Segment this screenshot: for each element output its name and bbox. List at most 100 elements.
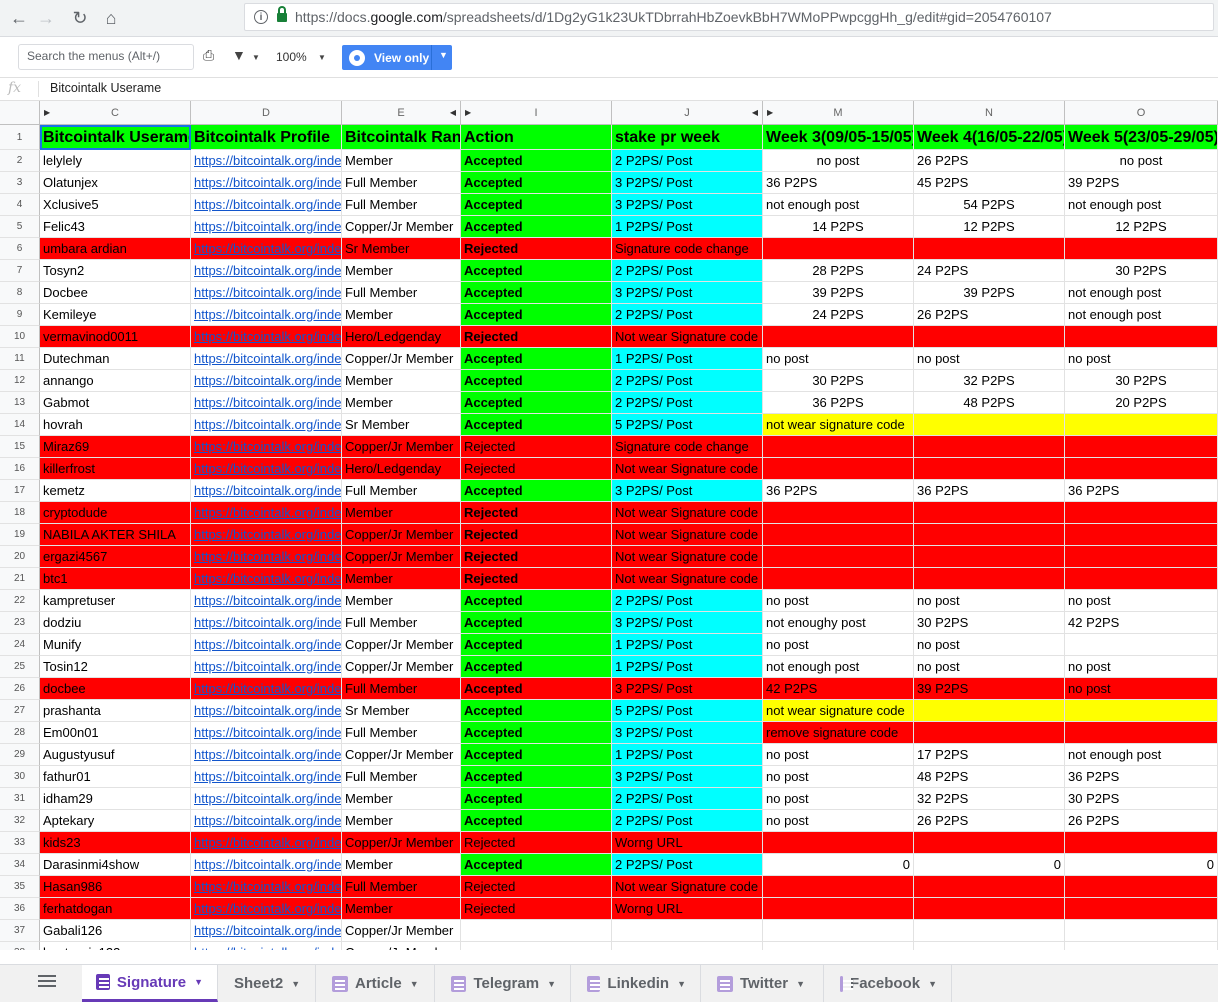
row-header[interactable]: 25 [0,656,40,678]
row-header[interactable]: 31 [0,788,40,810]
row-header[interactable]: 36 [0,898,40,920]
rank-cell[interactable]: Copper/Jr Member [342,656,461,678]
stake-cell[interactable]: 2 P2PS/ Post [612,590,763,612]
row-header[interactable]: 34 [0,854,40,876]
week3-cell[interactable] [763,326,914,348]
week5-cell[interactable] [1065,326,1218,348]
week4-cell[interactable]: 26 P2PS [914,150,1065,172]
week4-cell[interactable]: 45 P2PS [914,172,1065,194]
select-all-corner[interactable] [0,101,40,125]
row-header[interactable]: 23 [0,612,40,634]
week3-cell[interactable]: not enoughy post [763,612,914,634]
username-cell[interactable]: vermavinod0011 [40,326,191,348]
week4-cell[interactable]: no post [914,656,1065,678]
rank-cell[interactable]: Hero/Ledgenday [342,458,461,480]
username-cell[interactable]: cryptodude [40,502,191,524]
row-header[interactable]: 5 [0,216,40,238]
row-header[interactable]: 33 [0,832,40,854]
week3-cell[interactable]: 36 P2PS [763,392,914,414]
column-header-e[interactable]: E ◀ [342,101,461,125]
expand-columns-icon[interactable]: ▶ [44,101,50,125]
week5-cell[interactable]: no post [1065,590,1218,612]
week4-cell[interactable] [914,414,1065,436]
rank-cell[interactable]: Full Member [342,172,461,194]
row-header[interactable]: 32 [0,810,40,832]
week5-cell[interactable] [1065,524,1218,546]
week4-cell[interactable]: 12 P2PS [914,216,1065,238]
row-header[interactable]: 19 [0,524,40,546]
week5-cell[interactable] [1065,238,1218,260]
profile-link[interactable]: https://bitcointalk.org/index.php?action… [191,392,342,414]
week3-cell[interactable]: 36 P2PS [763,480,914,502]
week4-cell[interactable] [914,722,1065,744]
row-header[interactable]: 38 [0,942,40,950]
rank-cell[interactable]: Member [342,854,461,876]
stake-cell[interactable]: Not wear Signature code [612,524,763,546]
username-cell[interactable]: NABILA AKTER SHILA [40,524,191,546]
week5-cell[interactable]: not enough post [1065,744,1218,766]
week3-cell[interactable]: 42 P2PS [763,678,914,700]
week5-cell[interactable]: 12 P2PS [1065,216,1218,238]
action-cell[interactable]: Accepted [461,260,612,282]
week3-cell[interactable] [763,898,914,920]
stake-cell[interactable] [612,920,763,942]
row-header[interactable]: 14 [0,414,40,436]
week4-cell[interactable] [914,568,1065,590]
stake-cell[interactable]: 2 P2PS/ Post [612,370,763,392]
sheet-tab-linkedin[interactable]: Linkedin ▼ [573,965,701,1002]
week4-cell[interactable] [914,524,1065,546]
week5-cell[interactable]: 30 P2PS [1065,370,1218,392]
week5-cell[interactable] [1065,876,1218,898]
rank-cell[interactable]: Full Member [342,194,461,216]
rank-cell[interactable]: Sr Member [342,238,461,260]
week5-cell[interactable]: no post [1065,678,1218,700]
row-header[interactable]: 27 [0,700,40,722]
sheet-tab-twitter[interactable]: Twitter ▼ [703,965,824,1002]
row-header[interactable]: 20 [0,546,40,568]
week4-cell[interactable]: no post [914,590,1065,612]
week4-cell[interactable]: no post [914,348,1065,370]
week4-cell[interactable]: 48 P2PS [914,766,1065,788]
username-cell[interactable]: Dutechman [40,348,191,370]
week3-cell[interactable] [763,238,914,260]
week5-cell[interactable] [1065,414,1218,436]
rank-cell[interactable]: Copper/Jr Member [342,216,461,238]
username-cell[interactable]: idham29 [40,788,191,810]
week4-cell[interactable]: 39 P2PS [914,678,1065,700]
week4-cell[interactable] [914,436,1065,458]
profile-link[interactable]: https://bitcointalk.org/index.php?action… [191,282,342,304]
week5-cell[interactable]: 20 P2PS [1065,392,1218,414]
expand-columns-icon[interactable]: ◀ [752,101,758,125]
week3-cell[interactable]: no post [763,744,914,766]
action-cell[interactable]: Accepted [461,722,612,744]
stake-cell[interactable]: Not wear Signature code [612,876,763,898]
rank-cell[interactable]: Member [342,810,461,832]
week5-cell[interactable]: 0 [1065,854,1218,876]
action-cell[interactable]: Accepted [461,810,612,832]
action-cell[interactable]: Rejected [461,898,612,920]
week5-cell[interactable]: no post [1065,656,1218,678]
week4-cell[interactable]: 48 P2PS [914,392,1065,414]
username-cell[interactable]: Darasinmi4show [40,854,191,876]
profile-link[interactable]: https://bitcointalk.org/index.php?action… [191,216,342,238]
action-cell[interactable]: Accepted [461,612,612,634]
chevron-down-icon[interactable]: ▼ [194,977,203,987]
rank-cell[interactable]: Sr Member [342,414,461,436]
username-cell[interactable]: fathur01 [40,766,191,788]
action-cell[interactable]: Accepted [461,392,612,414]
row-header[interactable]: 6 [0,238,40,260]
row-header[interactable]: 22 [0,590,40,612]
week5-cell[interactable] [1065,832,1218,854]
week4-cell[interactable]: 54 P2PS [914,194,1065,216]
action-cell[interactable] [461,920,612,942]
week5-cell[interactable] [1065,700,1218,722]
username-cell[interactable]: annango [40,370,191,392]
week5-cell[interactable] [1065,568,1218,590]
sheet-tab-telegram[interactable]: Telegram ▼ [437,965,571,1002]
chevron-down-icon[interactable]: ▼ [796,979,805,989]
week3-cell[interactable]: remove signature code [763,722,914,744]
menu-search-input[interactable]: Search the menus (Alt+/) [18,44,194,70]
rank-cell[interactable]: Sr Member [342,700,461,722]
week5-cell[interactable]: 30 P2PS [1065,260,1218,282]
all-sheets-menu-icon[interactable] [38,975,56,991]
